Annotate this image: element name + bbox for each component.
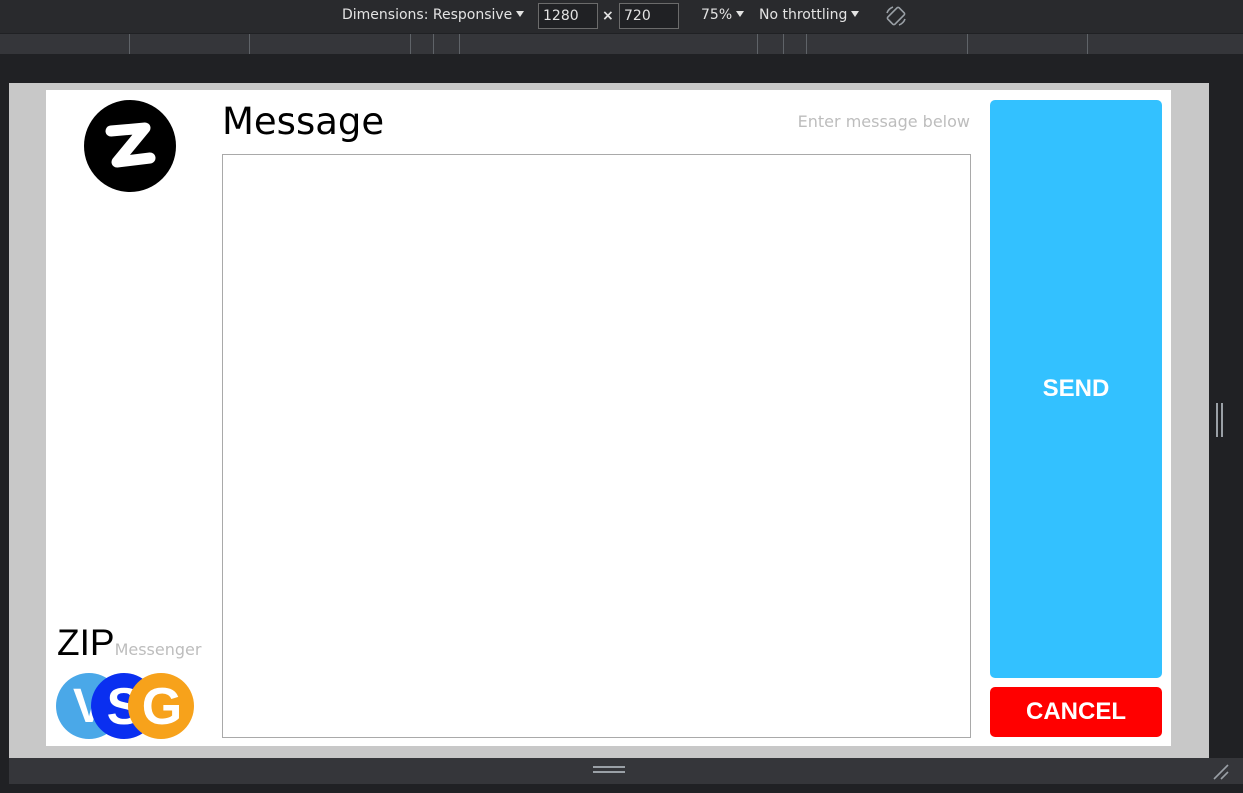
throttling-label: No throttling: [759, 7, 848, 23]
zip-messenger-page: Message Enter message below SEND CANCEL …: [46, 90, 1171, 746]
media-query-ruler: [0, 33, 1243, 55]
viewport-height-resize-handle[interactable]: [593, 766, 625, 774]
chevron-down-icon: [516, 11, 525, 17]
ruler-segment[interactable]: [784, 34, 807, 54]
emulated-viewport: Message Enter message below SEND CANCEL …: [9, 83, 1209, 758]
devtools-device-toolbar: Dimensions: Responsive × 75% No throttli…: [0, 0, 1243, 33]
cancel-button[interactable]: CANCEL: [990, 687, 1162, 737]
svg-text:G: G: [142, 678, 182, 736]
times-separator: ×: [602, 8, 614, 24]
height-input[interactable]: [619, 3, 679, 29]
send-button[interactable]: SEND: [990, 100, 1162, 678]
page-title: Message: [222, 100, 385, 143]
vsg-logo-icon: V S G: [56, 673, 194, 739]
ruler-segment[interactable]: [758, 34, 784, 54]
rotate-icon[interactable]: [884, 4, 908, 28]
viewport-bottom-bar: [9, 758, 1243, 784]
message-textarea[interactable]: [222, 154, 971, 738]
chevron-down-icon: [851, 11, 860, 17]
ruler-segment[interactable]: [130, 34, 250, 54]
zoom-label: 75%: [701, 7, 733, 23]
viewport-width-resize-handle[interactable]: [1216, 403, 1224, 437]
ruler-segment[interactable]: [968, 34, 1088, 54]
ruler-segment[interactable]: [250, 34, 411, 54]
brand-name: ZIP: [57, 622, 115, 663]
ruler-segment[interactable]: [460, 34, 758, 54]
brand-subtitle: Messenger: [114, 640, 202, 659]
ruler-segment[interactable]: [411, 34, 434, 54]
ruler-segment[interactable]: [434, 34, 460, 54]
brand-wordmark: ZIPMessenger: [57, 622, 201, 664]
width-input[interactable]: [538, 3, 598, 29]
chevron-down-icon: [736, 11, 745, 17]
ruler-segment[interactable]: [1088, 34, 1243, 54]
zoom-dropdown[interactable]: 75%: [701, 7, 745, 23]
ruler-segment[interactable]: [807, 34, 968, 54]
dimensions-dropdown[interactable]: Dimensions: Responsive: [342, 7, 525, 23]
message-hint: Enter message below: [797, 112, 970, 131]
throttling-dropdown[interactable]: No throttling: [759, 7, 860, 23]
resize-corner-icon[interactable]: [1211, 762, 1231, 782]
ruler-segment[interactable]: [0, 34, 130, 54]
zip-logo-icon: [84, 100, 176, 192]
dimensions-label: Dimensions: Responsive: [342, 7, 513, 23]
